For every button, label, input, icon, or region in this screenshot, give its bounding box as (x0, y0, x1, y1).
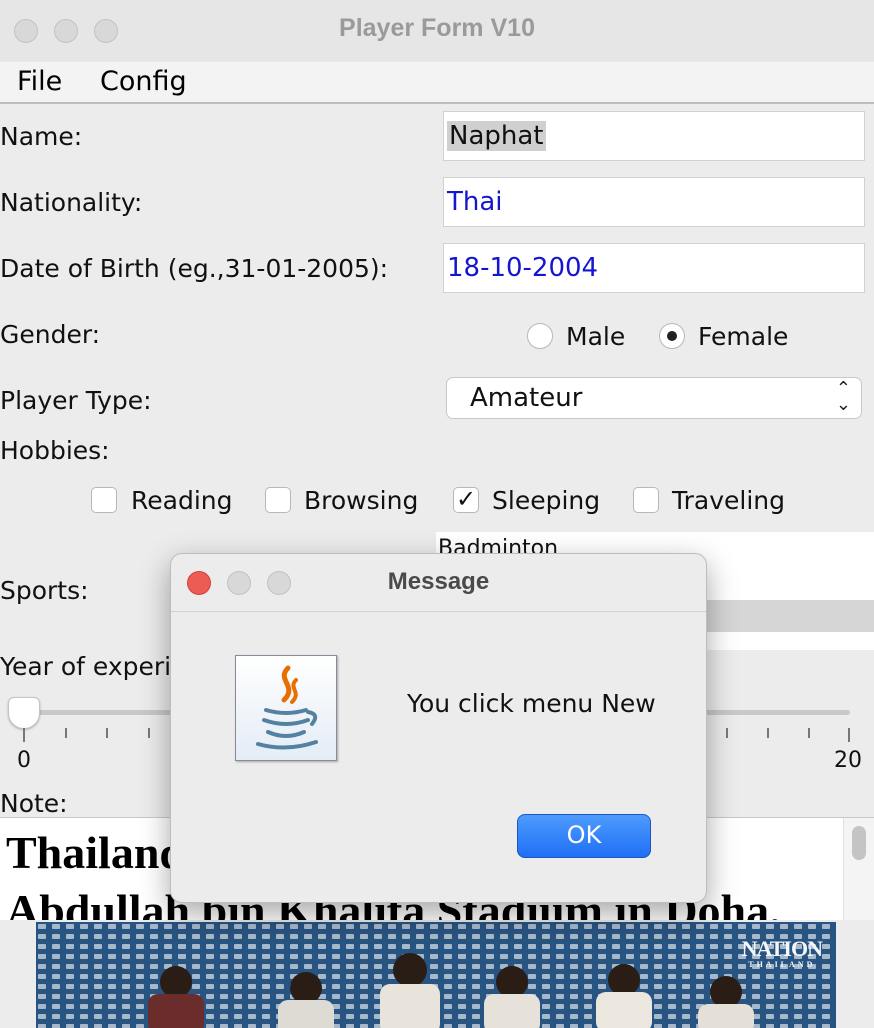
updown-chevron-icon: ⌃ ⌄ (835, 378, 851, 415)
player-type-label: Player Type: (0, 386, 152, 415)
menu-config[interactable]: Config (100, 66, 187, 97)
hobby-reading-checkbox[interactable] (91, 487, 117, 513)
slider-tick (808, 728, 810, 738)
nationality-value: Thai (447, 187, 503, 217)
dialog-title: Message (387, 568, 490, 595)
slider-tick (767, 728, 769, 738)
slider-tick (65, 728, 67, 738)
hobby-browsing-checkbox[interactable] (265, 487, 291, 513)
sports-label: Sports: (0, 576, 89, 605)
ok-button[interactable]: OK (517, 814, 651, 858)
slider-min-label: 0 (17, 748, 31, 773)
slider-tick (106, 728, 108, 738)
window-title: Player Form V10 (339, 14, 535, 42)
slider-tick (848, 728, 850, 742)
player-type-value: Amateur (470, 383, 583, 413)
menu-file[interactable]: File (17, 66, 62, 97)
player-type-select[interactable]: Amateur ⌃ ⌄ (446, 377, 862, 419)
nationality-label: Nationality: (0, 188, 143, 217)
gender-male-label[interactable]: Male (566, 322, 625, 351)
slider-tick (148, 728, 150, 738)
gender-female-label[interactable]: Female (698, 322, 788, 351)
note-scrollbar[interactable] (843, 818, 874, 920)
team-photo-image (36, 922, 836, 1028)
dialog-message: You click menu New (407, 689, 656, 718)
radio-selected-dot (667, 331, 677, 341)
experience-slider-knob[interactable] (8, 697, 40, 729)
hobby-sleeping-label[interactable]: Sleeping (492, 486, 600, 515)
dob-field[interactable]: 18-10-2004 (443, 243, 865, 293)
hobby-browsing-label[interactable]: Browsing (304, 486, 418, 515)
message-dialog: Message You click menu New OK (170, 553, 707, 903)
note-label: Note: (0, 789, 68, 818)
team-photo: NATION THAILAND (36, 922, 836, 1028)
slider-max-label: 20 (834, 748, 862, 773)
dob-value: 18-10-2004 (447, 253, 599, 283)
hobby-traveling-label[interactable]: Traveling (672, 486, 785, 515)
dob-label: Date of Birth (eg.,31-01-2005): (0, 254, 389, 283)
experience-label: Year of experi (0, 652, 172, 681)
hobbies-label: Hobbies: (0, 436, 110, 465)
hobby-traveling-checkbox[interactable] (633, 487, 659, 513)
dialog-divider (171, 611, 706, 612)
name-value: Naphat (447, 121, 546, 151)
gender-label: Gender: (0, 320, 101, 349)
name-field[interactable]: Naphat (443, 111, 865, 161)
slider-tick (726, 728, 728, 738)
slider-tick (23, 728, 25, 742)
gender-male-radio[interactable] (527, 323, 553, 349)
name-label: Name: (0, 122, 83, 151)
hobby-reading-label[interactable]: Reading (131, 486, 232, 515)
note-line: Thailand (6, 827, 185, 878)
java-icon (235, 655, 337, 761)
hobby-sleeping-checkbox[interactable]: ✓ (453, 485, 479, 513)
menu-bar: File Config (0, 62, 874, 104)
note-scroll-thumb[interactable] (852, 826, 866, 860)
gender-female-radio[interactable] (659, 323, 685, 349)
title-bar: Player Form V10 (0, 0, 874, 63)
nationality-field[interactable]: Thai (443, 177, 865, 227)
checkmark-icon: ✓ (456, 485, 477, 513)
nation-logo: NATION THAILAND (741, 936, 823, 969)
